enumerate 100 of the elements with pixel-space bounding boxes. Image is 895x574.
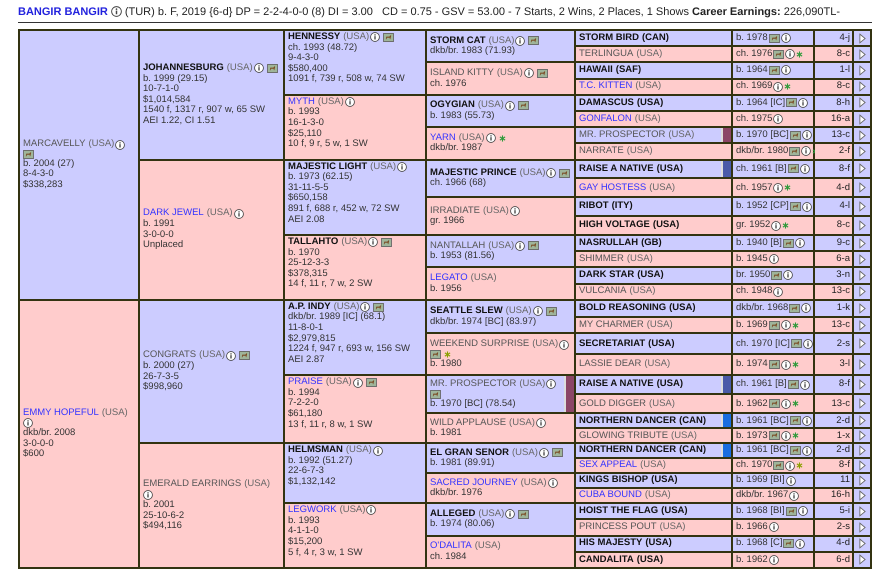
info-icon[interactable] [254,63,264,74]
expand-button[interactable] [854,160,870,178]
expand-button[interactable] [854,536,870,551]
horse-name-link[interactable]: SEX APPEAL [579,460,638,472]
horse-photo-icon[interactable] [518,510,530,519]
expand-button[interactable] [854,552,870,567]
info-icon[interactable] [515,36,526,46]
horse-photo-icon[interactable] [266,64,278,73]
info-icon[interactable] [768,522,779,532]
expand-button[interactable] [854,47,870,62]
info-icon[interactable] [780,398,791,409]
horse-photo-icon[interactable] [790,130,801,140]
horse-name-link[interactable]: EMMY HOPEFUL [23,408,99,418]
info-icon[interactable] [504,100,515,111]
expand-button[interactable] [854,112,870,126]
horse-photo-icon[interactable] [430,350,441,359]
horse-photo-icon[interactable] [789,304,800,313]
info-icon[interactable] [802,130,812,140]
info-icon[interactable] [352,378,363,388]
info-icon[interactable] [780,430,791,441]
info-icon[interactable] [801,146,812,156]
horse-photo-icon[interactable] [790,339,802,348]
horse-photo-icon[interactable] [373,302,384,312]
horse-photo-icon[interactable] [768,34,780,43]
info-icon[interactable] [546,379,556,390]
info-icon[interactable] [798,98,808,108]
info-icon[interactable] [524,68,534,78]
expand-button[interactable] [854,300,870,316]
info-icon[interactable] [23,418,33,428]
horse-name-link[interactable]: GAY HOSTESS [579,182,646,194]
horse-photo-icon[interactable] [768,66,780,75]
info-icon[interactable] [789,490,800,501]
expand-button[interactable] [854,376,870,394]
info-icon[interactable] [802,446,812,456]
horse-photo-icon[interactable] [383,32,394,42]
horse-name-link[interactable]: BANGIR BANGIR [18,6,108,18]
expand-button[interactable] [854,474,870,488]
horse-name-link[interactable]: DARK JEWEL [143,208,204,220]
horse-photo-icon[interactable] [536,68,548,78]
info-icon[interactable] [801,303,812,314]
info-icon[interactable] [115,140,126,150]
info-icon[interactable] [800,380,810,390]
info-icon[interactable] [800,164,810,174]
expand-button[interactable] [854,31,870,46]
horse-name-link[interactable]: MYTH [288,96,315,108]
horse-photo-icon[interactable] [430,390,441,399]
info-icon[interactable] [780,320,791,330]
expand-button[interactable] [854,414,870,428]
horse-photo-icon[interactable] [768,399,780,408]
horse-photo-icon[interactable] [366,378,377,388]
horse-name-link[interactable]: T.C. KITTEN [579,81,632,92]
info-icon[interactable] [538,448,549,458]
expand-button[interactable] [854,236,870,250]
info-icon[interactable] [505,509,516,520]
expand-button[interactable] [854,334,870,354]
info-icon[interactable] [768,554,779,565]
horse-photo-icon[interactable] [789,146,800,156]
expand-button[interactable] [854,459,870,472]
horse-photo-icon[interactable] [552,448,563,458]
info-icon[interactable] [548,478,558,488]
info-icon[interactable] [515,240,526,251]
horse-photo-icon[interactable] [768,431,780,440]
info-icon[interactable] [780,33,791,44]
info-icon[interactable] [785,460,796,471]
horse-photo-icon[interactable] [381,238,392,247]
expand-button[interactable] [854,268,870,283]
info-icon[interactable] [559,340,570,350]
info-icon[interactable] [798,506,808,516]
horse-photo-icon[interactable] [239,351,250,360]
expand-button[interactable] [854,179,870,196]
horse-photo-icon[interactable] [790,446,801,456]
expand-button[interactable] [854,355,870,374]
info-icon[interactable] [780,360,791,370]
info-icon[interactable] [368,237,378,248]
expand-button[interactable] [854,144,870,159]
expand-button[interactable] [854,198,870,216]
horse-photo-icon[interactable] [786,506,797,516]
info-icon[interactable] [397,162,408,172]
info-icon[interactable] [234,208,244,219]
horse-name-link[interactable]: GONFALON [579,114,632,124]
horse-name-link[interactable]: O'DALITA [430,541,472,552]
info-icon[interactable] [370,32,380,42]
expand-button[interactable] [854,217,870,234]
horse-name-link[interactable]: LEGWORK [288,505,337,516]
horse-photo-icon[interactable] [790,202,801,212]
info-icon[interactable] [785,49,796,60]
info-icon[interactable] [226,350,236,361]
info-icon[interactable] [536,418,546,428]
info-icon[interactable] [780,65,791,76]
horse-photo-icon[interactable] [773,461,784,470]
info-icon[interactable] [783,270,794,280]
expand-button[interactable] [854,252,870,266]
info-icon[interactable] [366,505,376,516]
expand-button[interactable] [854,63,870,78]
horse-photo-icon[interactable] [559,168,570,178]
expand-button[interactable] [854,429,870,442]
info-icon[interactable] [773,82,784,92]
horse-name-link[interactable]: SACRED JOURNEY [430,478,518,488]
info-icon[interactable] [795,538,806,549]
info-icon[interactable] [802,338,813,349]
